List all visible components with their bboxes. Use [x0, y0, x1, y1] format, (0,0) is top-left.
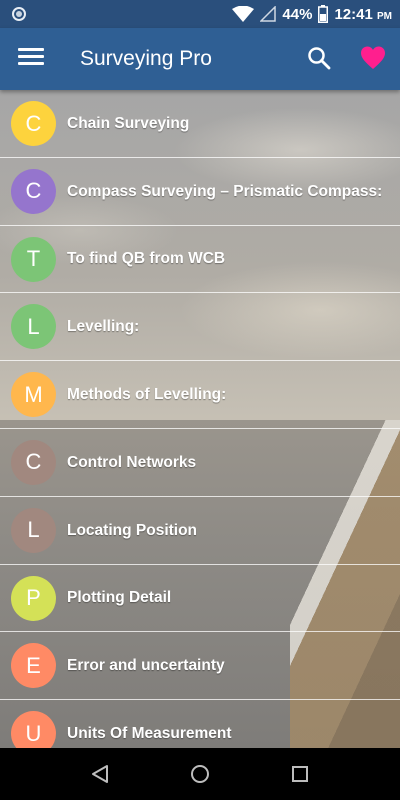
list-item[interactable]: L Levelling: — [0, 293, 400, 362]
list-item[interactable]: C Control Networks — [0, 429, 400, 497]
list-item-title: Compass Surveying – Prismatic Compass: — [67, 182, 383, 200]
app-title: Surveying Pro — [80, 47, 212, 70]
list-item-title: Levelling: — [67, 318, 140, 336]
clock: 12:41 PM — [334, 6, 392, 23]
list-item[interactable]: M Methods of Levelling: — [0, 361, 400, 429]
list-item-title: Locating Position — [67, 521, 198, 539]
wifi-icon — [232, 6, 255, 22]
home-circle-icon[interactable] — [188, 762, 212, 786]
letter-avatar: P — [11, 575, 56, 621]
signal-icon — [260, 6, 277, 22]
list-item[interactable]: C Compass Surveying – Prismatic Compass: — [0, 158, 400, 226]
topic-list-container[interactable]: C Chain Surveying C Compass Surveying – … — [0, 90, 400, 748]
list-item[interactable]: T To find QB from WCB — [0, 226, 400, 294]
list-item-title: Control Networks — [67, 453, 197, 471]
hamburger-menu-icon[interactable] — [18, 48, 44, 70]
search-icon[interactable] — [306, 45, 332, 71]
list-item-title: Chain Surveying — [67, 114, 190, 132]
letter-avatar: C — [11, 168, 56, 214]
letter-avatar: L — [11, 507, 56, 553]
status-indicators: 44% 12:41 PM — [232, 4, 392, 24]
letter-avatar: T — [11, 236, 56, 282]
battery-icon — [318, 5, 329, 23]
list-item-title: Plotting Detail — [67, 589, 172, 607]
recents-square-icon[interactable] — [288, 762, 312, 786]
topic-list: C Chain Surveying C Compass Surveying – … — [0, 90, 400, 748]
list-item-title: Error and uncertainty — [67, 657, 225, 675]
letter-avatar: C — [11, 439, 56, 485]
list-item[interactable]: L Locating Position — [0, 497, 400, 565]
back-triangle-icon[interactable] — [88, 762, 112, 786]
notification-icon — [12, 7, 26, 21]
app-bar: Surveying Pro — [0, 28, 400, 90]
list-item-title: To find QB from WCB — [67, 250, 226, 268]
list-item[interactable]: C Chain Surveying — [0, 90, 400, 158]
list-item[interactable]: E Error and uncertainty — [0, 632, 400, 701]
letter-avatar: U — [11, 711, 56, 748]
clock-time: 12:41 — [334, 5, 373, 23]
system-nav-bar — [0, 748, 400, 800]
letter-avatar: C — [11, 101, 56, 146]
status-bar: 44% 12:41 PM — [0, 0, 400, 28]
list-item-title: Units Of Measurement — [67, 725, 232, 743]
battery-percentage: 44% — [282, 5, 313, 23]
letter-avatar: E — [11, 643, 56, 689]
heart-icon[interactable] — [360, 45, 386, 71]
letter-avatar: M — [11, 372, 56, 418]
clock-suffix: PM — [377, 10, 392, 22]
letter-avatar: L — [11, 304, 56, 350]
list-item-title: Methods of Levelling: — [67, 386, 227, 404]
list-item[interactable]: U Units Of Measurement — [0, 700, 400, 748]
list-item[interactable]: P Plotting Detail — [0, 565, 400, 633]
